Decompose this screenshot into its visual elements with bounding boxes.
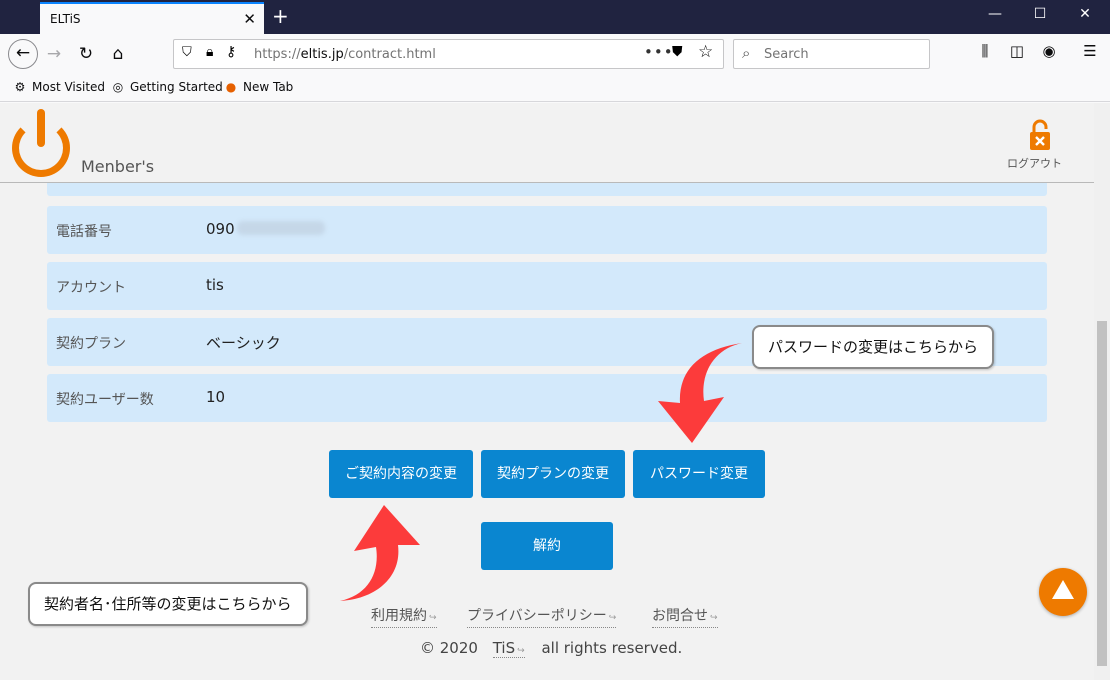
- footer-link-contact[interactable]: お問合せ ↪: [652, 605, 718, 628]
- contract-callout: 契約者名･住所等の変更はこちらから: [28, 582, 308, 626]
- lock-icon[interactable]: 🔒︎: [206, 44, 213, 60]
- row-value: 090: [206, 220, 325, 238]
- bookmark-new-tab[interactable]: ● New Tab: [223, 80, 294, 94]
- redacted-phone: [236, 221, 325, 235]
- key-icon[interactable]: ⚷: [226, 44, 236, 60]
- gear-icon: ⚙: [14, 80, 26, 94]
- bookmark-star-icon[interactable]: ☆: [698, 42, 713, 62]
- change-plan-button[interactable]: 契約プランの変更: [481, 450, 625, 498]
- url-host: eltis.jp: [300, 47, 344, 62]
- back-icon[interactable]: ←: [8, 39, 38, 69]
- firefox-icon: ●: [225, 80, 237, 94]
- row-label: アカウント: [56, 280, 126, 296]
- search-bar[interactable]: ⌕ Search: [733, 39, 930, 69]
- footer-link-terms[interactable]: 利用規約 ↪: [371, 605, 437, 628]
- url-path: /contract.html: [343, 47, 436, 62]
- page-actions-icon[interactable]: •••: [644, 43, 674, 61]
- browser-navbar: ← → ↻ ⌂ ⛉ 🔒︎ ⚷ https://eltis.jp/contract…: [0, 34, 1110, 74]
- site-header: Menber's ログアウト: [0, 103, 1094, 183]
- copyright: © 2020 TiS ↪ all rights reserved.: [420, 639, 683, 658]
- tab-title: ELTiS: [50, 12, 81, 26]
- external-arrow-icon: ↪: [710, 613, 718, 623]
- row-value: ベーシック: [206, 334, 281, 352]
- row-value: tis: [206, 276, 224, 294]
- contract-row-account: アカウント tis: [47, 262, 1047, 310]
- scrollbar-thumb[interactable]: [1097, 321, 1107, 666]
- copyright-suffix: all rights reserved.: [541, 639, 683, 657]
- change-password-button[interactable]: パスワード変更: [633, 450, 765, 498]
- footer-link-privacy[interactable]: プライバシーポリシー ↪: [467, 605, 617, 628]
- row-label: 電話番号: [56, 224, 112, 240]
- minimize-icon[interactable]: —: [980, 6, 1010, 22]
- forward-icon[interactable]: →: [42, 42, 66, 66]
- page-content: 電話番号 090 アカウント tis 契約プラン ベーシック 契約ユーザー数 1…: [0, 103, 1094, 680]
- row-value: 10: [206, 388, 226, 406]
- site-subtitle: Menber's: [81, 157, 155, 176]
- home-icon[interactable]: ⌂: [106, 42, 130, 66]
- bookmark-label: Most Visited: [32, 80, 106, 94]
- account-icon[interactable]: ◉: [1037, 42, 1061, 60]
- footer-link-label: お問合せ: [652, 608, 708, 624]
- library-icon[interactable]: ⫼: [973, 42, 997, 60]
- new-tab-icon[interactable]: +: [272, 4, 289, 28]
- url-bar[interactable]: ⛉ 🔒︎ ⚷ https://eltis.jp/contract.html ••…: [173, 39, 724, 69]
- row-label: 契約プラン: [56, 336, 126, 352]
- bookmark-label: New Tab: [243, 80, 294, 94]
- tab-close-icon[interactable]: ✕: [243, 10, 256, 28]
- search-placeholder: Search: [764, 47, 809, 62]
- url-text[interactable]: https://eltis.jp/contract.html: [254, 47, 436, 62]
- url-prefix: https://: [254, 47, 301, 62]
- page-scrollbar[interactable]: [1094, 103, 1110, 680]
- contract-row-users: 契約ユーザー数 10: [47, 374, 1047, 422]
- copyright-year: © 2020: [420, 639, 478, 657]
- bookmarks-toolbar: ⚙ Most Visited ◎ Getting Started ● New Tab: [0, 74, 1110, 102]
- maximize-icon[interactable]: ☐: [1025, 6, 1055, 22]
- pocket-icon[interactable]: ⛊: [672, 44, 683, 60]
- sidebar-icon[interactable]: ◫: [1005, 42, 1029, 60]
- password-callout: パスワードの変更はこちらから: [752, 325, 995, 369]
- logout-lock-icon[interactable]: [1029, 119, 1051, 151]
- search-icon: ⌕: [742, 44, 751, 62]
- browser-tab[interactable]: ELTiS ✕: [40, 2, 264, 34]
- change-contract-button[interactable]: ご契約内容の変更: [329, 450, 473, 498]
- bookmark-most-visited[interactable]: ⚙ Most Visited: [12, 80, 105, 94]
- copyright-link[interactable]: TiS ↪: [492, 639, 525, 658]
- arrow-up-icon: [340, 505, 420, 601]
- footer-link-label: 利用規約: [371, 608, 427, 624]
- globe-icon: ◎: [112, 80, 124, 94]
- copyright-link-label: TiS: [492, 639, 516, 657]
- window-close-icon[interactable]: ✕: [1070, 6, 1100, 22]
- row-label: 契約ユーザー数: [56, 392, 154, 408]
- footer-link-label: プライバシーポリシー: [467, 608, 607, 624]
- reload-icon[interactable]: ↻: [74, 42, 98, 66]
- contract-row-phone: 電話番号 090: [47, 206, 1047, 254]
- logout-label[interactable]: ログアウト: [1007, 155, 1062, 171]
- external-arrow-icon: ↪: [608, 613, 617, 623]
- menu-icon[interactable]: ☰: [1078, 42, 1102, 60]
- triangle-up-icon: [1052, 580, 1074, 599]
- scroll-to-top-button[interactable]: [1039, 568, 1087, 616]
- shield-icon[interactable]: ⛉: [182, 45, 192, 60]
- cancel-contract-button[interactable]: 解約: [481, 522, 613, 570]
- arrow-down-icon: [658, 343, 742, 443]
- external-arrow-icon: ↪: [517, 646, 525, 656]
- power-logo-bar: [37, 109, 45, 147]
- phone-prefix: 090: [206, 220, 235, 238]
- external-arrow-icon: ↪: [429, 613, 437, 623]
- browser-titlebar: ELTiS ✕ + — ☐ ✕: [0, 0, 1110, 34]
- bookmark-label: Getting Started: [130, 80, 223, 94]
- bookmark-getting-started[interactable]: ◎ Getting Started: [110, 80, 223, 94]
